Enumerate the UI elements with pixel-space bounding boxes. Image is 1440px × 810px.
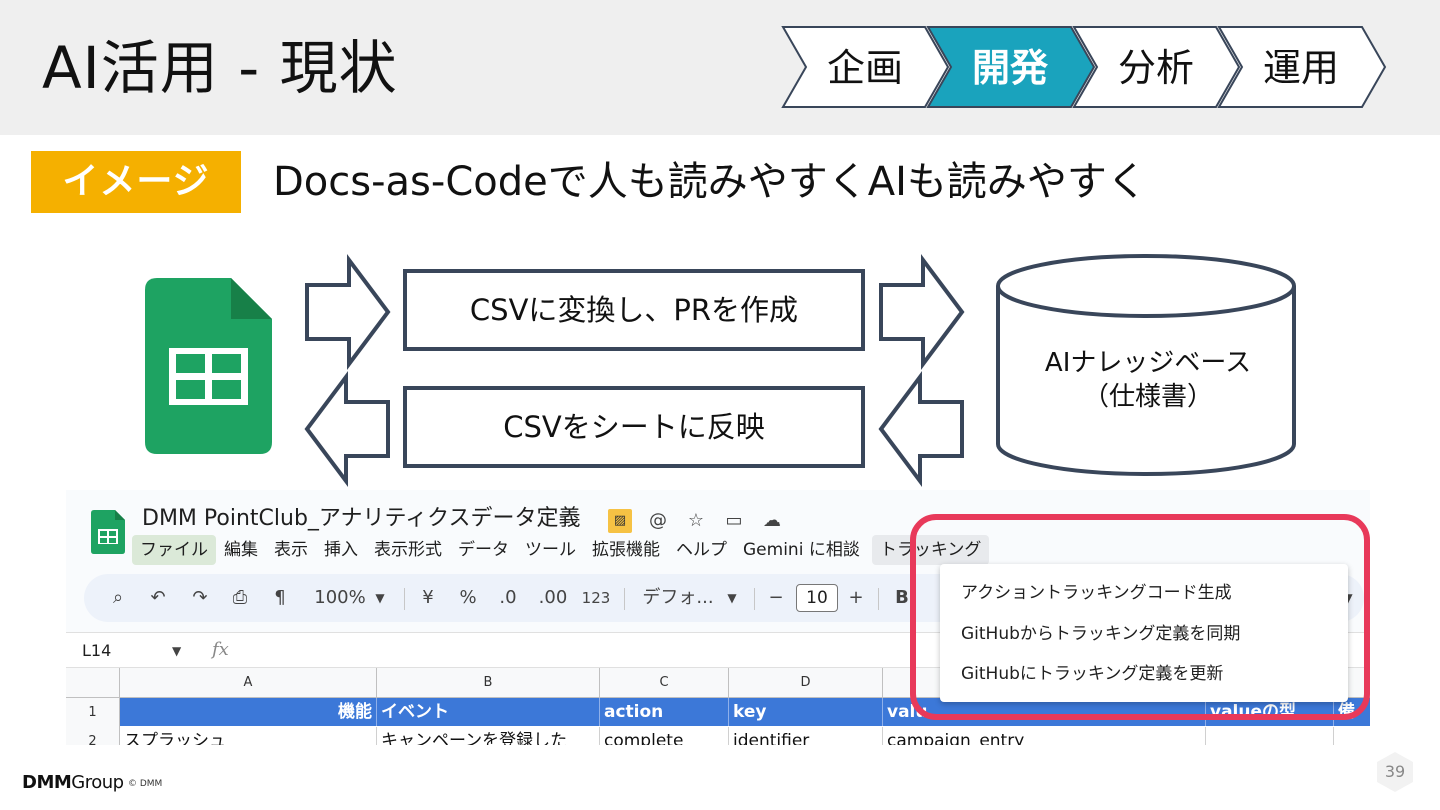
slide-subtitle: Docs-as-Codeで人も読みやすくAIも読みやすく <box>273 159 1147 205</box>
name-box[interactable]: L14 <box>82 639 111 663</box>
logo-mark: DMM <box>22 772 72 793</box>
table-cell[interactable]: valueの型 <box>1206 698 1334 726</box>
decrease-font-size-button[interactable]: − <box>764 584 788 612</box>
menu-item-generate-tracking-code[interactable]: アクショントラッキングコード生成 <box>961 581 1232 605</box>
table-cell[interactable]: 機能 <box>120 698 377 726</box>
menu-data[interactable]: データ <box>450 535 517 565</box>
page-number: 39 <box>1384 762 1406 781</box>
redo-icon[interactable]: ↷ <box>188 584 212 612</box>
phase-label-development: 開発 <box>971 46 1048 90</box>
import-step-box: CSVをシートに反映 <box>403 386 865 468</box>
cloud-icon[interactable]: ☁ <box>760 509 784 533</box>
right-arrow-icon <box>305 254 391 370</box>
document-title[interactable]: DMM PointClub_アナリティクスデータ定義 <box>142 504 580 534</box>
table-cell[interactable]: 備 <box>1334 698 1370 726</box>
row-number[interactable]: 2 <box>66 727 120 745</box>
tracking-dropdown-menu: アクショントラッキングコード生成 GitHubからトラッキング定義を同期 Git… <box>940 564 1348 702</box>
menu-tools[interactable]: ツール <box>517 535 584 565</box>
menu-item-sync-from-github[interactable]: GitHubからトラッキング定義を同期 <box>961 622 1240 646</box>
percent-format-button[interactable]: % <box>456 584 480 612</box>
menu-edit[interactable]: 編集 <box>216 535 266 565</box>
zoom-select[interactable]: 100% <box>312 584 368 612</box>
decrease-decimal-button[interactable]: .0 <box>494 584 522 612</box>
menu-view[interactable]: 表示 <box>266 535 316 565</box>
select-all-corner[interactable] <box>66 668 120 698</box>
image-badge: イメージ <box>31 151 241 213</box>
table-cell[interactable]: スプラッシュ <box>120 727 377 745</box>
column-header-d[interactable]: D <box>729 668 883 698</box>
table-cell[interactable]: campaign_entry <box>883 727 1206 745</box>
table-cell[interactable]: イベント <box>377 698 600 726</box>
column-header-b[interactable]: B <box>377 668 600 698</box>
google-sheets-icon <box>145 278 272 454</box>
phase-label-planning: 企画 <box>826 46 903 90</box>
table-cell[interactable]: valu <box>883 698 1206 726</box>
phase-label-operation: 運用 <box>1262 46 1339 90</box>
table-cell[interactable]: key <box>729 698 883 726</box>
table-cell[interactable]: action <box>600 698 729 726</box>
phase-label-analysis: 分析 <box>1117 46 1194 90</box>
sync-diagram: CSVに変換し、PRを作成 CSVをシートに反映 AIナレッジベース （仕様書） <box>0 240 1440 490</box>
knowledge-base-title: AIナレッジベース <box>1044 348 1252 378</box>
toolbar-divider <box>624 588 625 610</box>
star-icon[interactable]: ☆ <box>684 509 708 533</box>
knowledge-base-subtitle: （仕様書） <box>1082 382 1213 412</box>
left-arrow-icon <box>304 371 390 487</box>
increase-decimal-button[interactable]: .00 <box>536 584 570 612</box>
print-icon[interactable]: ⎙ <box>228 584 252 612</box>
copyright: © DMM <box>128 779 163 789</box>
phase-arrows <box>781 26 1387 108</box>
folder-icon[interactable]: ▭ <box>722 509 746 533</box>
table-cell[interactable] <box>1206 727 1334 745</box>
column-header-c[interactable]: C <box>600 668 729 698</box>
paint-format-icon[interactable]: ¶ <box>268 584 292 612</box>
menu-gemini[interactable]: Gemini に相談 <box>735 535 868 565</box>
at-icon[interactable]: @ <box>646 509 670 533</box>
search-icon[interactable]: ⌕ <box>106 584 130 612</box>
warning-icon[interactable]: ▨ <box>608 509 632 533</box>
menu-tracking[interactable]: トラッキング <box>871 535 990 565</box>
dmm-group-logo: DMMGroup <box>22 770 124 796</box>
right-arrow-icon <box>879 254 965 370</box>
sheet-titlebar: DMM PointClub_アナリティクスデータ定義 ▨ @ ☆ ▭ ☁ ファイ… <box>66 490 1370 570</box>
menu-item-update-github[interactable]: GitHubにトラッキング定義を更新 <box>961 662 1223 686</box>
chevron-down-icon[interactable]: ▼ <box>372 584 388 612</box>
increase-font-size-button[interactable]: + <box>844 584 868 612</box>
left-arrow-icon <box>878 371 964 487</box>
table-cell[interactable]: complete <box>600 727 729 745</box>
fx-icon: fx <box>212 639 229 660</box>
toolbar-divider <box>404 588 405 610</box>
knowledge-base-label: AIナレッジベース （仕様書） <box>1000 346 1296 414</box>
currency-format-button[interactable]: ¥ <box>416 584 440 612</box>
sheets-app-icon[interactable] <box>91 510 125 554</box>
export-step-box: CSVに変換し、PRを作成 <box>403 269 865 351</box>
logo-suffix: Group <box>71 772 124 793</box>
undo-icon[interactable]: ↶ <box>146 584 170 612</box>
phase-steps: 企画 開発 分析 運用 <box>0 0 1440 135</box>
row-number[interactable]: 1 <box>66 698 120 727</box>
chevron-down-icon[interactable]: ▼ <box>172 639 181 663</box>
menu-help[interactable]: ヘルプ <box>668 535 735 565</box>
title-icons: ▨ @ ☆ ▭ ☁ <box>608 508 784 534</box>
toolbar-divider <box>754 588 755 610</box>
number-format-button[interactable]: 123 <box>578 584 614 612</box>
menu-bar: ファイル 編集 表示 挿入 表示形式 データ ツール 拡張機能 ヘルプ Gemi… <box>132 535 990 565</box>
font-size-input[interactable]: 10 <box>796 584 838 612</box>
table-cell[interactable]: キャンペーンを登録した <box>377 727 600 745</box>
table-cell[interactable] <box>1334 727 1370 745</box>
chevron-down-icon[interactable]: ▼ <box>724 584 740 612</box>
font-select[interactable]: デフォ... <box>636 584 720 612</box>
toolbar-divider <box>878 588 879 610</box>
table-cell[interactable]: identifier <box>729 727 883 745</box>
menu-format[interactable]: 表示形式 <box>366 535 450 565</box>
bold-button[interactable]: B <box>890 584 914 612</box>
menu-insert[interactable]: 挿入 <box>316 535 366 565</box>
menu-file[interactable]: ファイル <box>132 535 216 565</box>
menu-extensions[interactable]: 拡張機能 <box>584 535 668 565</box>
column-header-a[interactable]: A <box>120 668 377 698</box>
